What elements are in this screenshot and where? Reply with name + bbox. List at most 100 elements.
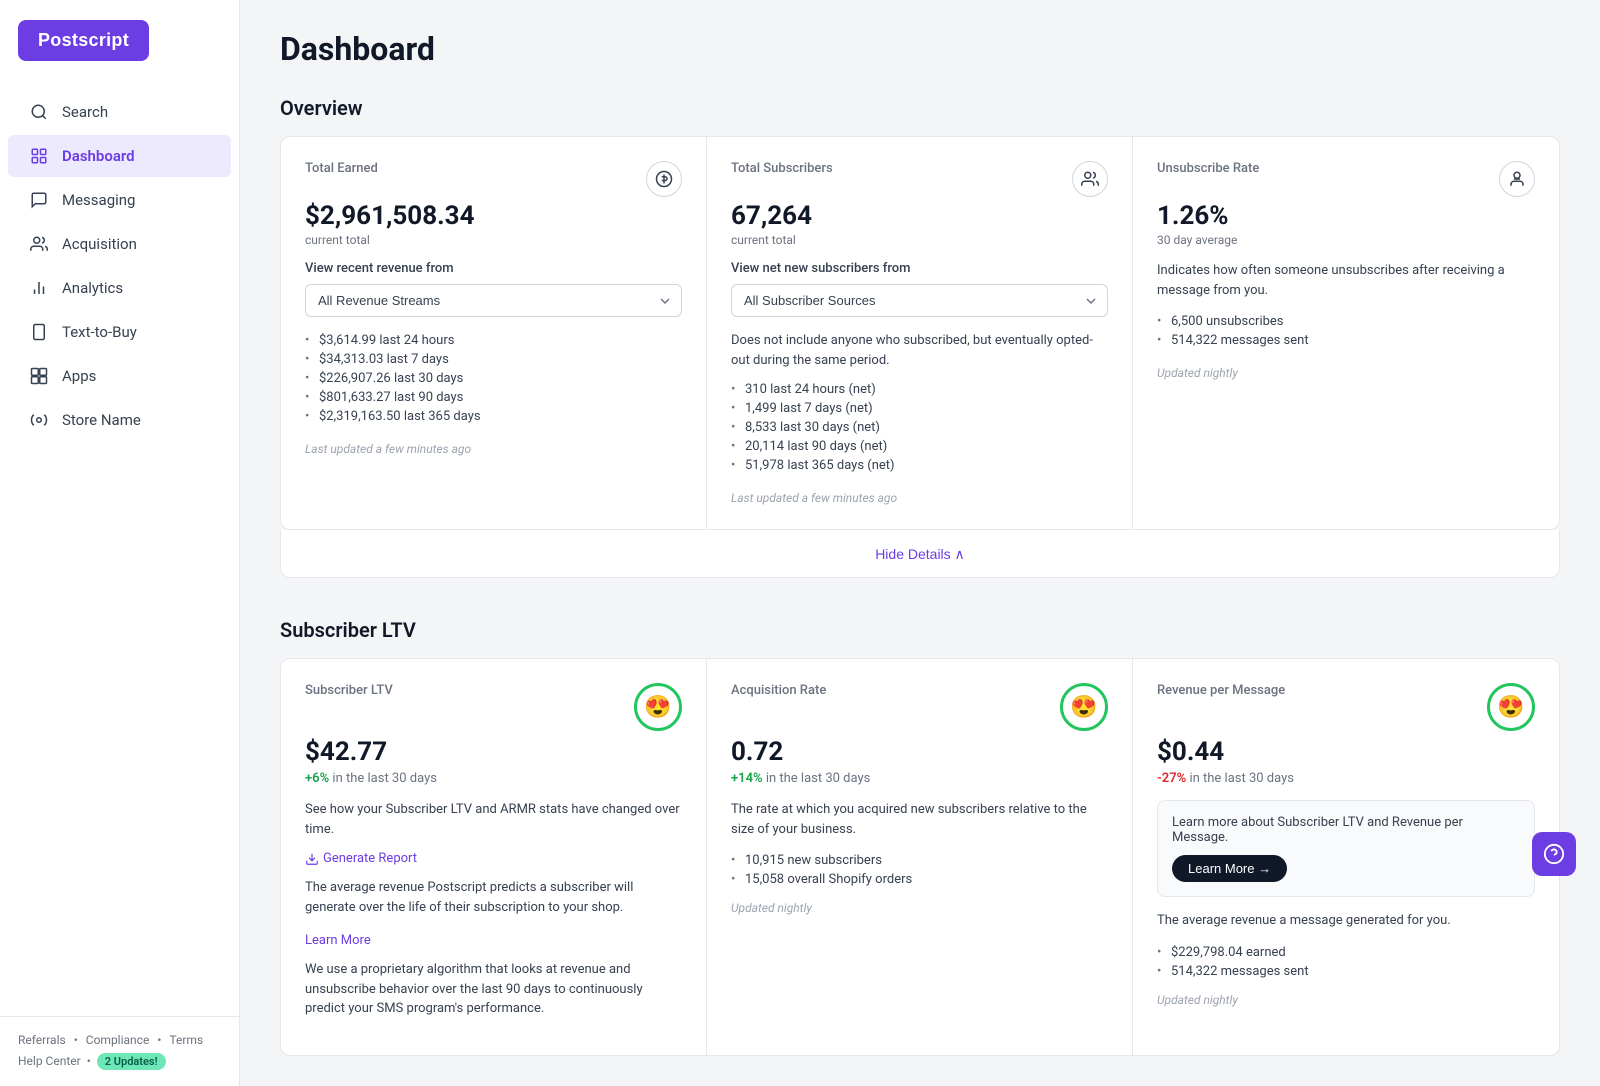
ltv-card2-emoji: 😍	[1060, 683, 1108, 731]
sidebar-item-acquisition-label: Acquisition	[62, 235, 137, 253]
ltv-card2-value: 0.72	[731, 737, 1108, 767]
ltv-info-box: Learn more about Subscriber LTV and Reve…	[1157, 800, 1535, 897]
subscriber-filter-label: View net new subscribers from	[731, 261, 1108, 276]
page-title: Dashboard	[280, 30, 1560, 68]
bullet-item: 15,058 overall Shopify orders	[731, 870, 1108, 889]
total-earned-value: $2,961,508.34	[305, 201, 682, 231]
sidebar-footer: Referrals • Compliance • Terms Help Cent…	[0, 1016, 239, 1086]
generate-report-link[interactable]: Generate Report	[305, 851, 682, 866]
bullet-item: $801,633.27 last 90 days	[305, 388, 682, 407]
dollar-icon	[646, 161, 682, 197]
revenue-bullets: $3,614.99 last 24 hours $34,313.03 last …	[305, 331, 682, 426]
footer-sep3: •	[87, 1054, 91, 1068]
sidebar-item-dashboard-label: Dashboard	[62, 147, 135, 165]
sidebar-item-messaging[interactable]: Messaging	[8, 179, 231, 221]
hide-details-button[interactable]: Hide Details ∧	[875, 546, 965, 563]
ltv-card1-desc3: We use a proprietary algorithm that look…	[305, 960, 682, 1019]
revenue-streams-select[interactable]: All Revenue Streams SMS Email	[305, 284, 682, 317]
revenue-filter-label: View recent revenue from	[305, 261, 682, 276]
footer-referrals[interactable]: Referrals	[18, 1033, 66, 1047]
footer-terms[interactable]: Terms	[169, 1033, 203, 1047]
ltv-revenue-per-message-card: Revenue per Message 😍 $0.44 -27% in the …	[1133, 659, 1559, 1055]
sidebar-nav: Search Dashboard Messaging Acquisition A	[0, 81, 239, 1016]
unsubscribe-label: Unsubscribe Rate	[1157, 161, 1259, 176]
total-earned-footer: Last updated a few minutes ago	[305, 442, 682, 456]
sidebar-item-store-name[interactable]: Store Name	[8, 399, 231, 441]
ltv-change2-pos: +14%	[731, 771, 763, 786]
analytics-icon	[28, 277, 50, 299]
ltv-card1-desc: See how your Subscriber LTV and ARMR sta…	[305, 800, 682, 839]
bullet-item: $229,798.04 earned	[1157, 943, 1535, 962]
bullet-item: $3,614.99 last 24 hours	[305, 331, 682, 350]
sidebar-item-text-to-buy-label: Text-to-Buy	[62, 323, 137, 341]
ltv-change-text: in the last 30 days	[332, 771, 437, 786]
total-subscribers-sub: current total	[731, 233, 1108, 247]
ltv-card2-desc: The rate at which you acquired new subsc…	[731, 800, 1108, 839]
total-subscribers-label: Total Subscribers	[731, 161, 833, 176]
unsubscribe-description: Indicates how often someone unsubscribes…	[1157, 261, 1535, 300]
footer-compliance[interactable]: Compliance	[86, 1033, 150, 1047]
sidebar-item-messaging-label: Messaging	[62, 191, 135, 209]
sidebar-item-acquisition[interactable]: Acquisition	[8, 223, 231, 265]
bullet-item: 1,499 last 7 days (net)	[731, 399, 1108, 418]
ltv-section-title: Subscriber LTV	[280, 618, 1560, 642]
total-earned-card: Total Earned $2,961,508.34 current total…	[281, 137, 707, 529]
sidebar-item-apps-label: Apps	[62, 367, 96, 385]
ltv-card3-label: Revenue per Message	[1157, 683, 1285, 698]
sidebar-item-search[interactable]: Search	[8, 91, 231, 133]
sidebar-logo-area: Postscript	[0, 0, 239, 81]
ltv-card3-bullets: $229,798.04 earned 514,322 messages sent	[1157, 943, 1535, 981]
ltv-cards: Subscriber LTV 😍 $42.77 +6% in the last …	[280, 658, 1560, 1056]
messaging-icon	[28, 189, 50, 211]
help-button[interactable]	[1532, 832, 1576, 876]
unsubscribe-rate-card: Unsubscribe Rate 1.26% 30 day average In…	[1133, 137, 1559, 529]
bullet-item: 514,322 messages sent	[1157, 962, 1535, 981]
total-earned-header: Total Earned	[305, 161, 682, 197]
sidebar-item-apps[interactable]: Apps	[8, 355, 231, 397]
apps-icon	[28, 365, 50, 387]
ltv-card1-label: Subscriber LTV	[305, 683, 393, 698]
sidebar-item-dashboard[interactable]: Dashboard	[8, 135, 231, 177]
ltv-change3-neg: -27%	[1157, 771, 1186, 786]
subscribers-icon	[1072, 161, 1108, 197]
bullet-item: $226,907.26 last 30 days	[305, 369, 682, 388]
ltv-card1-change: +6% in the last 30 days	[305, 771, 682, 786]
sidebar-item-search-label: Search	[62, 103, 108, 121]
bullet-item: 10,915 new subscribers	[731, 851, 1108, 870]
dashboard-icon	[28, 145, 50, 167]
ltv-change2-text: in the last 30 days	[766, 771, 871, 786]
total-subscribers-header: Total Subscribers	[731, 161, 1108, 197]
ltv-card1-value: $42.77	[305, 737, 682, 767]
ltv-card1-emoji: 😍	[634, 683, 682, 731]
footer-help-center[interactable]: Help Center	[18, 1054, 81, 1068]
total-subscribers-footer: Last updated a few minutes ago	[731, 491, 1108, 505]
bullet-item: 20,114 last 90 days (net)	[731, 437, 1108, 456]
ltv-card1-header: Subscriber LTV 😍	[305, 683, 682, 731]
ltv-card3-emoji: 😍	[1487, 683, 1535, 731]
search-icon	[28, 101, 50, 123]
ltv-card1-desc2: The average revenue Postscript predicts …	[305, 878, 682, 917]
total-earned-sub: current total	[305, 233, 682, 247]
ltv-change3-text: in the last 30 days	[1189, 771, 1294, 786]
ltv-card3-change: -27% in the last 30 days	[1157, 771, 1535, 786]
bullet-item: $2,319,163.50 last 365 days	[305, 407, 682, 426]
ltv-card2-bullets: 10,915 new subscribers 15,058 overall Sh…	[731, 851, 1108, 889]
ltv-card3-value: $0.44	[1157, 737, 1535, 767]
sidebar-item-store-name-label: Store Name	[62, 411, 141, 429]
footer-sep2: •	[157, 1033, 161, 1047]
bullet-item: 310 last 24 hours (net)	[731, 380, 1108, 399]
unsubscribe-value: 1.26%	[1157, 201, 1535, 231]
sidebar-item-text-to-buy[interactable]: Text-to-Buy	[8, 311, 231, 353]
learn-more-dark-button[interactable]: Learn More →	[1172, 855, 1287, 882]
subscriber-sources-select[interactable]: All Subscriber Sources Organic Paid	[731, 284, 1108, 317]
sidebar-item-analytics[interactable]: Analytics	[8, 267, 231, 309]
bullet-item: 51,978 last 365 days (net)	[731, 456, 1108, 475]
sidebar: Postscript Search Dashboard Messaging A	[0, 0, 240, 1086]
logo-button[interactable]: Postscript	[18, 20, 149, 61]
ltv-subscriber-ltv-card: Subscriber LTV 😍 $42.77 +6% in the last …	[281, 659, 707, 1055]
updates-badge[interactable]: 2 Updates!	[97, 1053, 166, 1070]
overview-title: Overview	[280, 96, 1560, 120]
ltv-learn-more-link[interactable]: Learn More	[305, 933, 371, 948]
acquisition-icon	[28, 233, 50, 255]
subscriber-note: Does not include anyone who subscribed, …	[731, 331, 1108, 370]
